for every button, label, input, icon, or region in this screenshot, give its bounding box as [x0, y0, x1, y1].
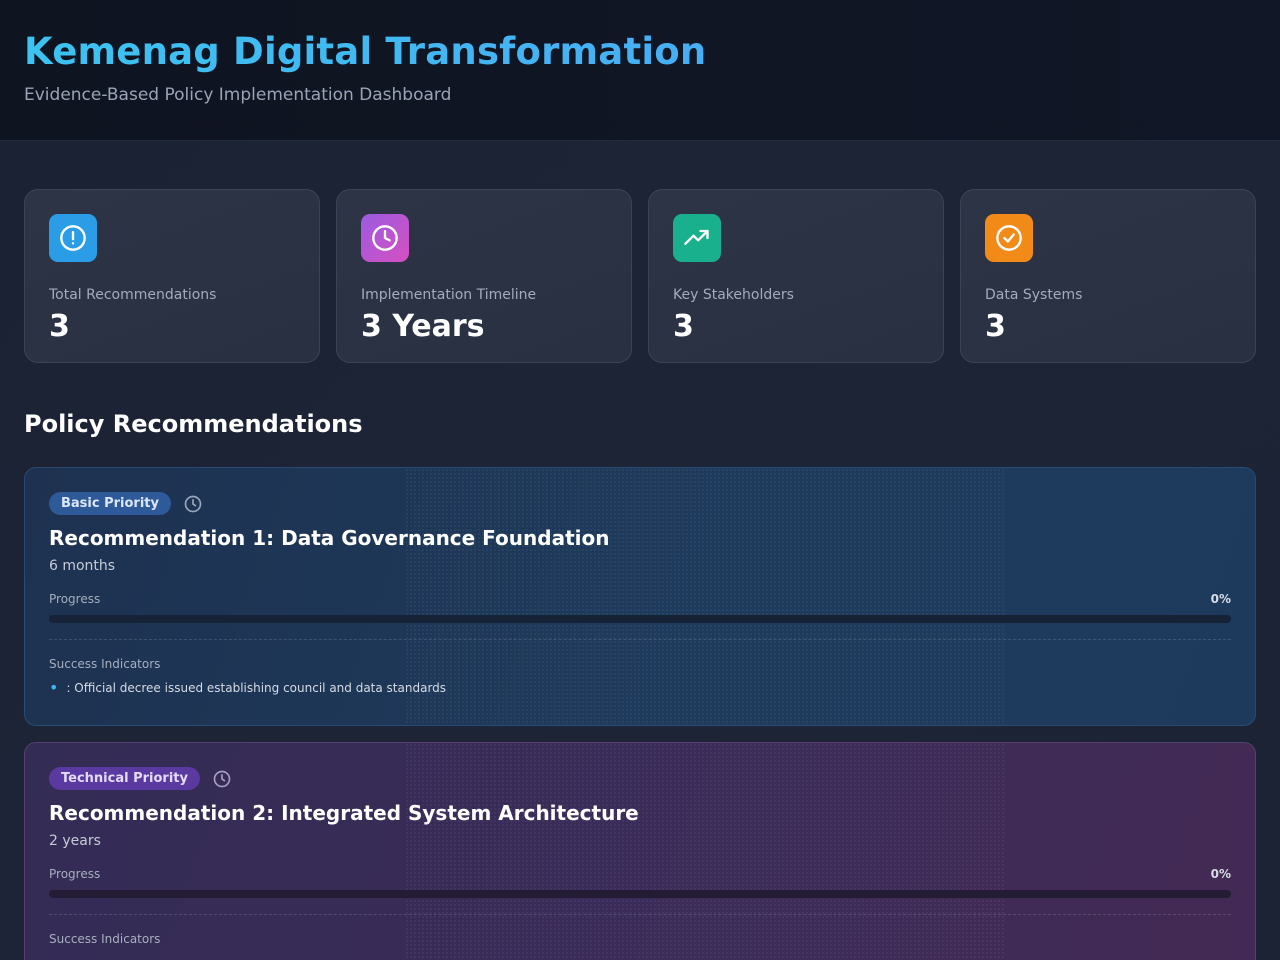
stat-value: 3 [985, 309, 1006, 344]
progress-label: Progress [49, 867, 101, 881]
stat-card-total-recommendations: Total Recommendations 3 [24, 189, 320, 363]
success-indicators-title: Success Indicators [49, 932, 161, 946]
progress-value: 0% [1210, 867, 1231, 881]
progress-value: 0% [1210, 592, 1231, 606]
stat-label: Implementation Timeline [361, 287, 537, 303]
progress-bar [49, 890, 1231, 898]
success-indicators-title: Success Indicators [49, 657, 161, 671]
stat-label: Data Systems [985, 287, 1083, 303]
trending-up-icon [673, 214, 721, 262]
divider [49, 639, 1231, 640]
clock-icon [361, 214, 409, 262]
page-header: Kemenag Digital Transformation Evidence-… [0, 0, 1280, 141]
page-title: Kemenag Digital Transformation [24, 30, 1256, 74]
recommendation-duration: 2 years [49, 833, 101, 849]
divider [49, 914, 1231, 915]
stat-label: Total Recommendations [49, 287, 217, 303]
stat-value: 3 Years [361, 309, 485, 344]
bullet-icon: • [49, 678, 59, 697]
recommendation-card-2[interactable]: Technical Priority Recommendation 2: Int… [24, 742, 1256, 960]
stat-value: 3 [673, 309, 694, 344]
recommendation-title: Recommendation 1: Data Governance Founda… [49, 526, 610, 550]
stat-card-data-systems: Data Systems 3 [960, 189, 1256, 363]
stat-value: 3 [49, 309, 70, 344]
success-indicator-item: • : Official decree issued establishing … [49, 678, 1231, 697]
clock-icon [183, 494, 203, 514]
stat-card-key-stakeholders: Key Stakeholders 3 [648, 189, 944, 363]
progress-bar [49, 615, 1231, 623]
priority-badge: Basic Priority [49, 492, 171, 515]
stat-label: Key Stakeholders [673, 287, 794, 303]
progress-label: Progress [49, 592, 101, 606]
recommendation-duration: 6 months [49, 558, 116, 574]
recommendation-card-1[interactable]: Basic Priority Recommendation 1: Data Go… [24, 467, 1256, 726]
recommendation-title: Recommendation 2: Integrated System Arch… [49, 801, 639, 825]
stat-card-implementation-timeline: Implementation Timeline 3 Years [336, 189, 632, 363]
section-title: Policy Recommendations [24, 410, 363, 438]
stats-row: Total Recommendations 3 Implementation T… [24, 189, 1256, 363]
check-circle-icon [985, 214, 1033, 262]
alert-circle-icon [49, 214, 97, 262]
clock-icon [212, 769, 232, 789]
priority-badge: Technical Priority [49, 767, 200, 790]
indicator-text: : Official decree issued establishing co… [66, 681, 447, 695]
page-subtitle: Evidence-Based Policy Implementation Das… [24, 85, 452, 105]
